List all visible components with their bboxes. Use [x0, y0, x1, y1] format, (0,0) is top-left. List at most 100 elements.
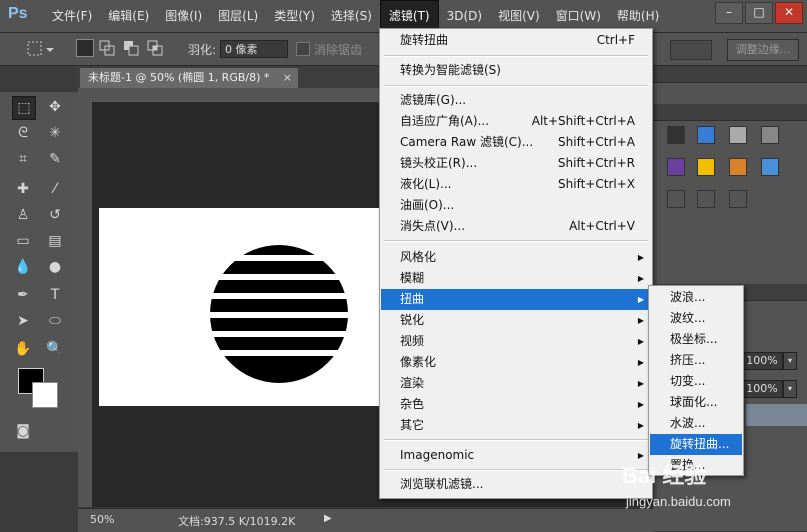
filter-convert-smart[interactable]: 转换为智能滤镜(S)	[381, 60, 651, 81]
filter-lens-correction[interactable]: 镜头校正(R)... Shift+Ctrl+R	[381, 153, 651, 174]
layer-row-selected[interactable]	[746, 404, 807, 426]
distort-spherize[interactable]: 球面化...	[650, 392, 742, 413]
filter-sharpen[interactable]: 锐化 ▶	[381, 310, 651, 331]
menu-separator	[384, 469, 648, 471]
filter-distort[interactable]: 扭曲 ▶	[381, 289, 651, 310]
distort-pinch[interactable]: 挤压...	[650, 350, 742, 371]
ellipse-tool-icon[interactable]: ⬭	[44, 310, 66, 332]
fill-dropdown-icon[interactable]: ▾	[783, 380, 797, 398]
distort-shear[interactable]: 切变...	[650, 371, 742, 392]
document-canvas[interactable]	[99, 208, 379, 406]
intersect-selection-icon[interactable]	[146, 39, 164, 59]
style-swatch[interactable]	[761, 158, 779, 176]
filter-imagenomic[interactable]: Imagenomic ▶	[381, 445, 651, 466]
distort-ripple[interactable]: 波纹...	[650, 308, 742, 329]
menu-edit[interactable]: 编辑(E)	[100, 0, 157, 32]
subtract-selection-icon[interactable]	[122, 39, 140, 59]
distort-zigzag[interactable]: 水波...	[650, 413, 742, 434]
filter-browse-online[interactable]: 浏览联机滤镜...	[381, 474, 651, 495]
magic-wand-tool-icon[interactable]: ✳	[44, 122, 66, 144]
style-swatch[interactable]	[697, 126, 715, 144]
status-doc-size: 文档:937.5 K/1019.2K	[178, 515, 296, 528]
ruler-vertical	[78, 102, 93, 507]
distort-wave[interactable]: 波浪...	[650, 287, 742, 308]
add-selection-icon[interactable]	[98, 39, 116, 59]
antialias-checkbox[interactable]	[296, 42, 310, 56]
antialias-label: 消除锯齿	[314, 43, 363, 57]
marquee-preset-icon[interactable]	[26, 39, 56, 59]
feather-input[interactable]: 0 像素	[220, 40, 288, 58]
menu-image[interactable]: 图像(I)	[157, 0, 210, 32]
filter-pixelate[interactable]: 像素化 ▶	[381, 352, 651, 373]
document-tab[interactable]: 未标题-1 @ 50% (椭圆 1, RGB/8) * ×	[80, 68, 298, 88]
filter-last-twirl[interactable]: 旋转扭曲 Ctrl+F	[381, 30, 651, 51]
brush-tool-icon[interactable]: ⁄	[44, 178, 66, 200]
menu-separator	[384, 85, 648, 87]
zoom-tool-icon[interactable]: 🔍	[44, 338, 66, 360]
style-swatch[interactable]	[667, 126, 685, 144]
dodge-tool-icon[interactable]: ●	[44, 256, 66, 278]
menu-file[interactable]: 文件(F)	[44, 0, 100, 32]
refine-edge-button[interactable]: 调整边缘...	[727, 39, 799, 61]
photoshop-logo: Ps	[8, 5, 28, 22]
style-swatch[interactable]	[697, 190, 715, 208]
healing-brush-tool-icon[interactable]: ✚	[12, 178, 34, 200]
lasso-tool-icon[interactable]: ᘓ	[12, 122, 34, 144]
new-selection-icon[interactable]	[76, 39, 94, 57]
filter-gallery[interactable]: 滤镜库(G)...	[381, 90, 651, 111]
filter-oil-paint[interactable]: 油画(O)...	[381, 195, 651, 216]
style-swatch[interactable]	[729, 190, 747, 208]
filter-video[interactable]: 视频 ▶	[381, 331, 651, 352]
document-close-icon[interactable]: ×	[283, 68, 292, 88]
style-swatch[interactable]	[667, 158, 685, 176]
path-selection-tool-icon[interactable]: ➤	[12, 310, 34, 332]
style-swatch[interactable]	[729, 158, 747, 176]
filter-stylize[interactable]: 风格化 ▶	[381, 247, 651, 268]
hand-tool-icon[interactable]: ✋	[12, 338, 34, 360]
filter-blur[interactable]: 模糊 ▶	[381, 268, 651, 289]
history-brush-tool-icon[interactable]: ↺	[44, 204, 66, 226]
filter-vanishing-point[interactable]: 消失点(V)... Alt+Ctrl+V	[381, 216, 651, 237]
filter-other[interactable]: 其它 ▶	[381, 415, 651, 436]
blur-tool-icon[interactable]: 💧	[12, 256, 34, 278]
filter-camera-raw[interactable]: Camera Raw 滤镜(C)... Shift+Ctrl+A	[381, 132, 651, 153]
quick-mask-icon[interactable]: ◙	[12, 420, 34, 442]
baidu-jingyan-watermark: Bai 经验 jingyan.baidu.com	[622, 458, 762, 518]
menu-type[interactable]: 类型(Y)	[266, 0, 323, 32]
filter-render[interactable]: 渲染 ▶	[381, 373, 651, 394]
menu-separator	[384, 240, 648, 242]
watermark-logo: Bai 经验	[622, 463, 707, 488]
fill-field[interactable]: 100%	[741, 380, 783, 398]
size-field[interactable]	[670, 40, 712, 60]
maximize-button[interactable]: □	[745, 2, 773, 24]
filter-liquify[interactable]: 液化(L)... Shift+Ctrl+X	[381, 174, 651, 195]
eraser-tool-icon[interactable]: ▭	[12, 230, 34, 252]
menu-select[interactable]: 选择(S)	[323, 0, 380, 32]
status-menu-arrow-icon[interactable]: ▶	[324, 513, 332, 524]
move-tool-icon[interactable]: ✥	[44, 96, 66, 118]
gradient-tool-icon[interactable]: ▤	[44, 230, 66, 252]
minimize-button[interactable]: –	[715, 2, 743, 24]
filter-adaptive-wide-angle[interactable]: 自适应广角(A)... Alt+Shift+Ctrl+A	[381, 111, 651, 132]
status-zoom[interactable]: 50%	[90, 513, 114, 526]
opacity-field[interactable]: 100%	[741, 352, 783, 370]
style-swatch[interactable]	[761, 126, 779, 144]
filter-noise[interactable]: 杂色 ▶	[381, 394, 651, 415]
type-tool-icon[interactable]: T	[44, 284, 66, 306]
pen-tool-icon[interactable]: ✒	[12, 284, 34, 306]
distort-polar-coordinates[interactable]: 极坐标...	[650, 329, 742, 350]
filter-menu-dropdown: 旋转扭曲 Ctrl+F 转换为智能滤镜(S) 滤镜库(G)... 自适应广角(A)…	[379, 28, 653, 499]
panel-header-top	[653, 66, 807, 83]
eyedropper-tool-icon[interactable]: ✎	[44, 148, 66, 170]
opacity-dropdown-icon[interactable]: ▾	[783, 352, 797, 370]
rect-marquee-tool-icon[interactable]: ⬚	[12, 96, 36, 120]
style-swatch[interactable]	[729, 126, 747, 144]
background-color-swatch[interactable]	[32, 382, 58, 408]
style-swatch[interactable]	[697, 158, 715, 176]
close-button[interactable]: ✕	[775, 2, 803, 24]
style-swatch[interactable]	[667, 190, 685, 208]
distort-twirl[interactable]: 旋转扭曲...	[650, 434, 742, 455]
crop-tool-icon[interactable]: ⌗	[12, 148, 34, 170]
menu-layer[interactable]: 图层(L)	[210, 0, 266, 32]
clone-stamp-tool-icon[interactable]: ♙	[12, 204, 34, 226]
